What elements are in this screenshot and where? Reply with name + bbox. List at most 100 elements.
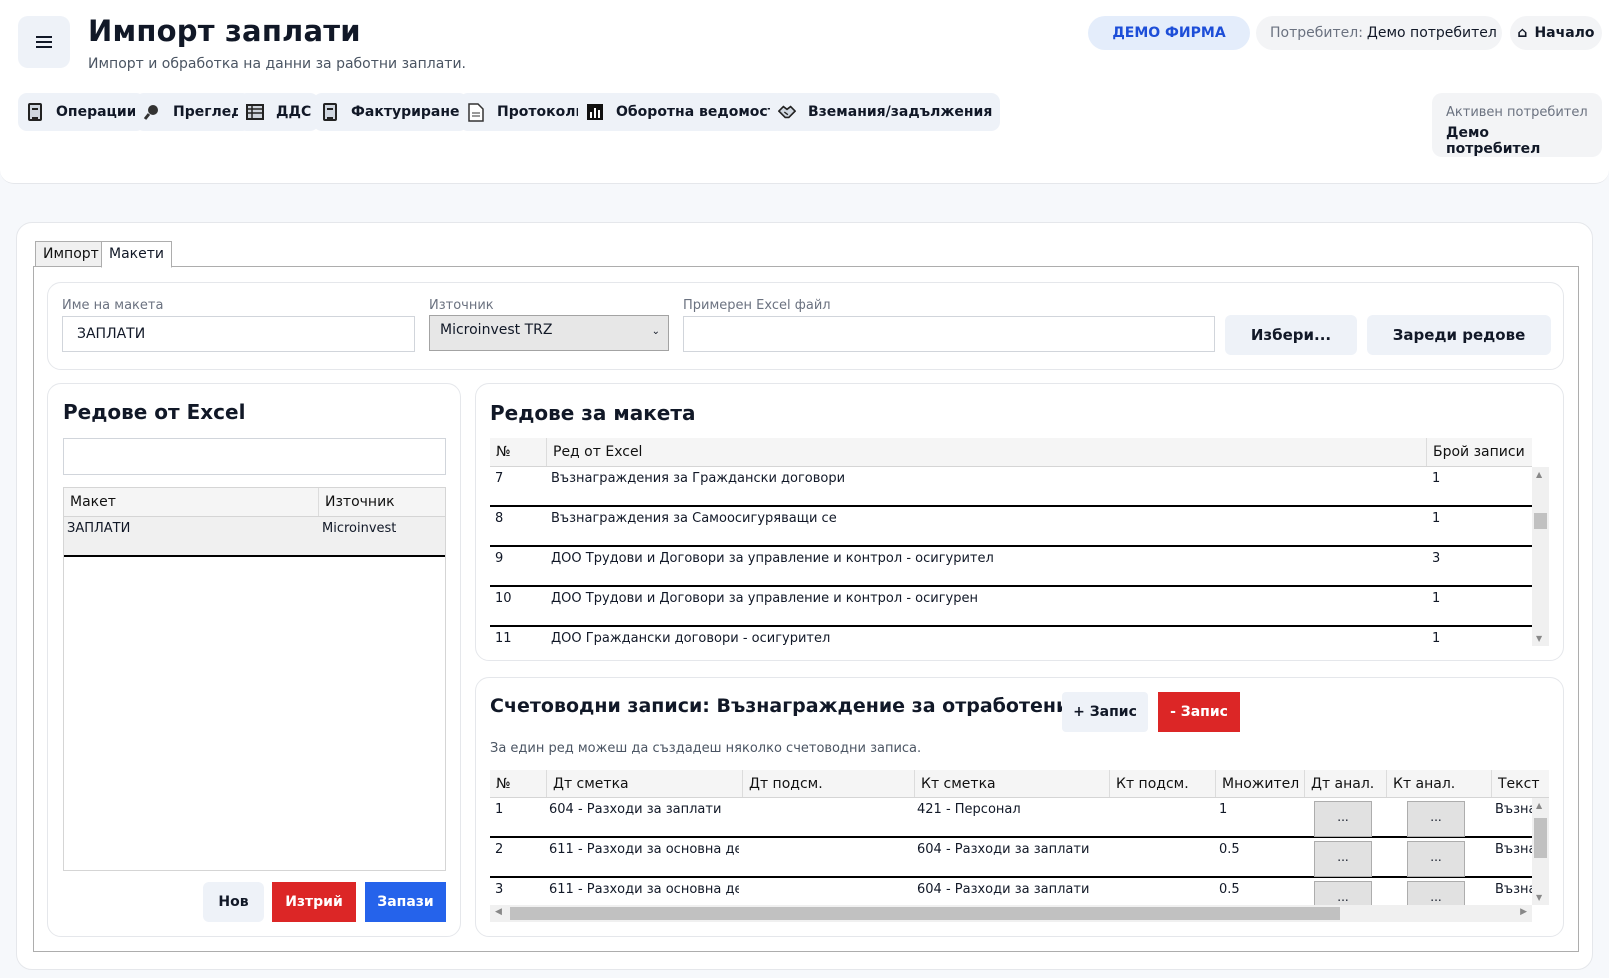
table-row[interactable]: 8 Възнаграждения за Самоосигуряващи се 1 (490, 507, 1532, 547)
column-header[interactable]: № (490, 770, 547, 797)
column-header[interactable]: Дт подсм. (743, 770, 915, 797)
nav-protocols[interactable]: Протоколи (459, 93, 594, 131)
source-select[interactable]: Microinvest TRZ ⌄ (429, 315, 669, 351)
column-header[interactable]: Макет (64, 488, 319, 516)
table-row[interactable]: 9 ДОО Трудови и Договори за управление и… (490, 547, 1532, 587)
active-user-box: Активен потребител Демо потребител (1432, 93, 1602, 157)
entries-hint: За един ред можеш да създадеш няколко сч… (490, 741, 922, 756)
dt-analytics-button[interactable]: ... (1314, 801, 1372, 837)
active-user-label: Активен потребител (1446, 105, 1588, 120)
magnifier-icon (143, 102, 161, 122)
remove-entry-button[interactable]: - Запис (1158, 692, 1240, 732)
column-header[interactable]: Множител (1216, 770, 1305, 797)
kt-analytics-button[interactable]: ... (1407, 841, 1465, 877)
scroll-left-icon[interactable]: ◀ (495, 907, 502, 917)
tab-layouts[interactable]: Макети (101, 241, 172, 268)
user-name: Демо потребител (1366, 25, 1497, 41)
excel-rows-filter-input[interactable] (63, 438, 446, 475)
entries-vscrollbar[interactable]: ▲ ▼ (1532, 798, 1549, 905)
scroll-thumb[interactable] (510, 907, 1340, 920)
column-header[interactable]: № (490, 438, 547, 466)
layout-name-input[interactable]: ЗАПЛАТИ (62, 316, 415, 352)
scroll-up-icon[interactable]: ▲ (1536, 801, 1542, 810)
table-row[interactable]: 10 ДОО Трудови и Договори за управление … (490, 587, 1532, 627)
sample-file-input[interactable] (683, 316, 1215, 352)
handshake-icon (778, 102, 796, 122)
home-icon: ⌂ (1517, 25, 1528, 41)
layout-name-label: Име на макета (62, 298, 164, 313)
new-button[interactable]: Нов (203, 882, 264, 922)
cell-kt-account: 604 - Разходи за заплати (917, 842, 1090, 857)
nav-label: Оборотна ведомост (616, 104, 776, 120)
choose-file-button[interactable]: Избери... (1225, 315, 1357, 355)
cell-kt-account: 604 - Разходи за заплати (917, 882, 1090, 897)
nav-trial-balance[interactable]: Оборотна ведомост (578, 93, 784, 131)
cell-text: Възна (1495, 842, 1532, 857)
table-row[interactable]: 1 604 - Разходи за заплати 421 - Персона… (490, 798, 1532, 838)
entries-hscrollbar[interactable]: ◀ ▶ (490, 905, 1532, 922)
scroll-thumb[interactable] (1534, 818, 1547, 858)
table-row[interactable]: 11 ДОО Граждански договори - осигурител … (490, 627, 1532, 646)
add-entry-button[interactable]: + Запис (1062, 692, 1148, 732)
home-button[interactable]: ⌂ Начало (1510, 16, 1602, 50)
cell-text: Възна (1495, 802, 1532, 817)
ledger-icon (26, 102, 44, 122)
table-row[interactable]: 7 Възнаграждения за Граждански договори … (490, 467, 1532, 507)
dt-analytics-button[interactable]: ... (1314, 841, 1372, 877)
column-header[interactable]: Дт анал. (1305, 770, 1387, 797)
nav-label: Вземания/задължения (808, 104, 993, 120)
menu-button[interactable] (18, 16, 70, 68)
column-header[interactable]: Кт подсм. (1110, 770, 1216, 797)
scroll-right-icon[interactable]: ▶ (1520, 907, 1527, 917)
save-button[interactable]: Запази (365, 882, 446, 922)
cell-multiplier: 0.5 (1219, 882, 1240, 897)
load-rows-button[interactable]: Зареди редове (1367, 315, 1551, 355)
cell-no: 9 (495, 551, 504, 566)
layout-rows-grid: № Ред от Excel Брой записи 7 Възнагражде… (490, 438, 1549, 646)
nav-review[interactable]: Преглед (135, 93, 251, 131)
chevron-down-icon: ⌄ (651, 326, 660, 337)
column-header[interactable]: Текст (1492, 770, 1549, 797)
company-badge[interactable]: ДЕМО ФИРМА (1088, 16, 1250, 50)
column-header[interactable]: Източник (319, 488, 445, 516)
layout-rows-title: Редове за макета (490, 401, 696, 425)
column-header[interactable]: Ред от Excel (547, 438, 1427, 466)
document-icon (467, 102, 485, 122)
delete-button[interactable]: Изтрий (272, 882, 356, 922)
tab-import[interactable]: Импорт (35, 241, 107, 267)
nav-label: Протоколи (497, 104, 586, 120)
cell-row: ДОО Трудови и Договори за управление и к… (551, 591, 978, 606)
scroll-up-icon[interactable]: ▲ (1536, 470, 1542, 479)
nav-invoicing[interactable]: Фактуриране (313, 93, 468, 131)
cell-row: Възнаграждения за Граждански договори (551, 471, 846, 486)
entries-grid-header: № Дт сметка Дт подсм. Кт сметка Кт подсм… (490, 770, 1549, 798)
scroll-down-icon[interactable]: ▼ (1536, 634, 1542, 643)
entries-title: Счетоводни записи: Възнаграждение за отр… (490, 695, 1118, 717)
source-select-value: Microinvest TRZ (440, 322, 553, 338)
cell-no: 1 (495, 802, 504, 817)
kt-analytics-button[interactable]: ... (1407, 801, 1465, 837)
nav-label: ДДС (276, 104, 312, 120)
column-header[interactable]: Брой записи (1427, 438, 1532, 466)
cell-source: Microinvest (322, 521, 397, 536)
scroll-thumb[interactable] (1534, 513, 1547, 529)
table-row[interactable]: 2 611 - Разходи за основна де 604 - Разх… (490, 838, 1532, 878)
cell-multiplier: 1 (1219, 802, 1228, 817)
table-row[interactable]: ЗАПЛАТИ Microinvest (64, 517, 445, 557)
user-badge[interactable]: Потребител: Демо потребител (1256, 16, 1502, 50)
column-header[interactable]: Кт сметка (915, 770, 1110, 797)
cell-no: 3 (495, 882, 504, 897)
scroll-down-icon[interactable]: ▼ (1536, 893, 1542, 902)
cell-no: 8 (495, 511, 504, 526)
nav-vat[interactable]: ДДС (238, 93, 320, 131)
layout-rows-scrollbar[interactable]: ▲ ▼ (1532, 467, 1549, 646)
page-subtitle: Импорт и обработка на данни за работни з… (88, 56, 466, 72)
invoice-icon (321, 102, 339, 122)
column-header[interactable]: Кт анал. (1387, 770, 1492, 797)
nav-receivables[interactable]: Вземания/задължения (770, 93, 1001, 131)
cell-count: 1 (1432, 471, 1441, 486)
column-header[interactable]: Дт сметка (547, 770, 743, 797)
nav-label: Операции (56, 104, 137, 120)
entries-grid: № Дт сметка Дт подсм. Кт сметка Кт подсм… (490, 770, 1549, 922)
nav-operations[interactable]: Операции (18, 93, 145, 131)
